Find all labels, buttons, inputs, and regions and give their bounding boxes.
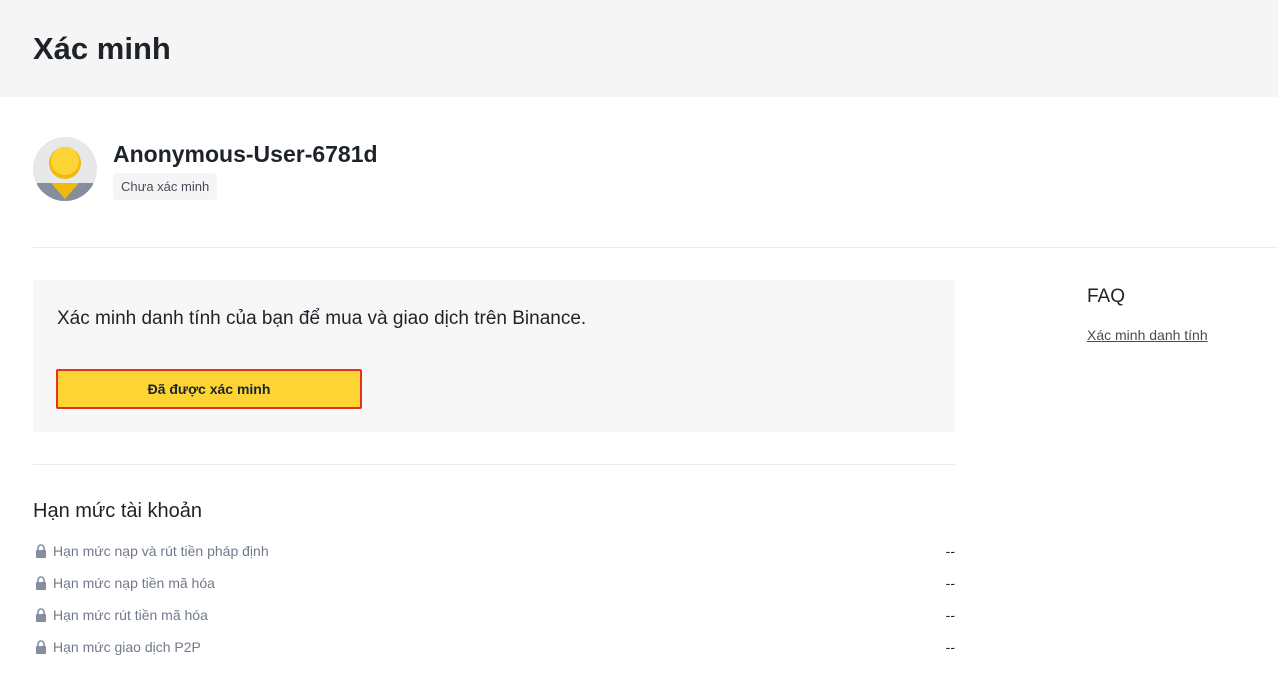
lock-icon xyxy=(36,608,46,622)
limit-value: -- xyxy=(945,543,955,559)
lock-icon xyxy=(36,576,46,590)
limit-row-crypto-withdraw: Hạn mức rút tiền mã hóa -- xyxy=(33,605,955,625)
limit-label: Hạn mức giao dịch P2P xyxy=(53,639,201,655)
limit-value: -- xyxy=(945,607,955,623)
limit-label: Hạn mức nạp và rút tiền pháp định xyxy=(53,543,269,559)
limit-row-crypto-deposit: Hạn mức nạp tiền mã hóa -- xyxy=(33,573,955,593)
profile-section: Anonymous-User-6781d Chưa xác minh xyxy=(33,137,633,203)
account-limits-title: Hạn mức tài khoản xyxy=(33,500,203,522)
limit-value: -- xyxy=(945,639,955,655)
verification-prompt: Xác minh danh tính của bạn để mua và gia… xyxy=(57,308,587,329)
page-title: Xác minh xyxy=(33,31,171,66)
user-avatar-icon xyxy=(33,137,97,201)
faq-title: FAQ xyxy=(1087,286,1126,307)
page-header: Xác minh xyxy=(0,0,1278,97)
verification-card: Xác minh danh tính của bạn để mua và gia… xyxy=(33,280,955,432)
limit-label: Hạn mức rút tiền mã hóa xyxy=(53,607,208,623)
divider xyxy=(33,247,1278,248)
divider xyxy=(33,464,955,465)
lock-icon xyxy=(36,544,46,558)
lock-icon xyxy=(36,640,46,654)
limit-row-fiat: Hạn mức nạp và rút tiền pháp định -- xyxy=(33,541,955,561)
faq-link-identity-verification[interactable]: Xác minh danh tính xyxy=(1087,326,1208,344)
username: Anonymous-User-6781d xyxy=(113,141,378,167)
verification-status-badge: Chưa xác minh xyxy=(113,173,218,200)
limit-label: Hạn mức nạp tiền mã hóa xyxy=(53,575,215,591)
verified-button[interactable]: Đã được xác minh xyxy=(56,369,362,409)
limit-row-p2p: Hạn mức giao dịch P2P -- xyxy=(33,637,955,657)
limit-value: -- xyxy=(945,575,955,591)
